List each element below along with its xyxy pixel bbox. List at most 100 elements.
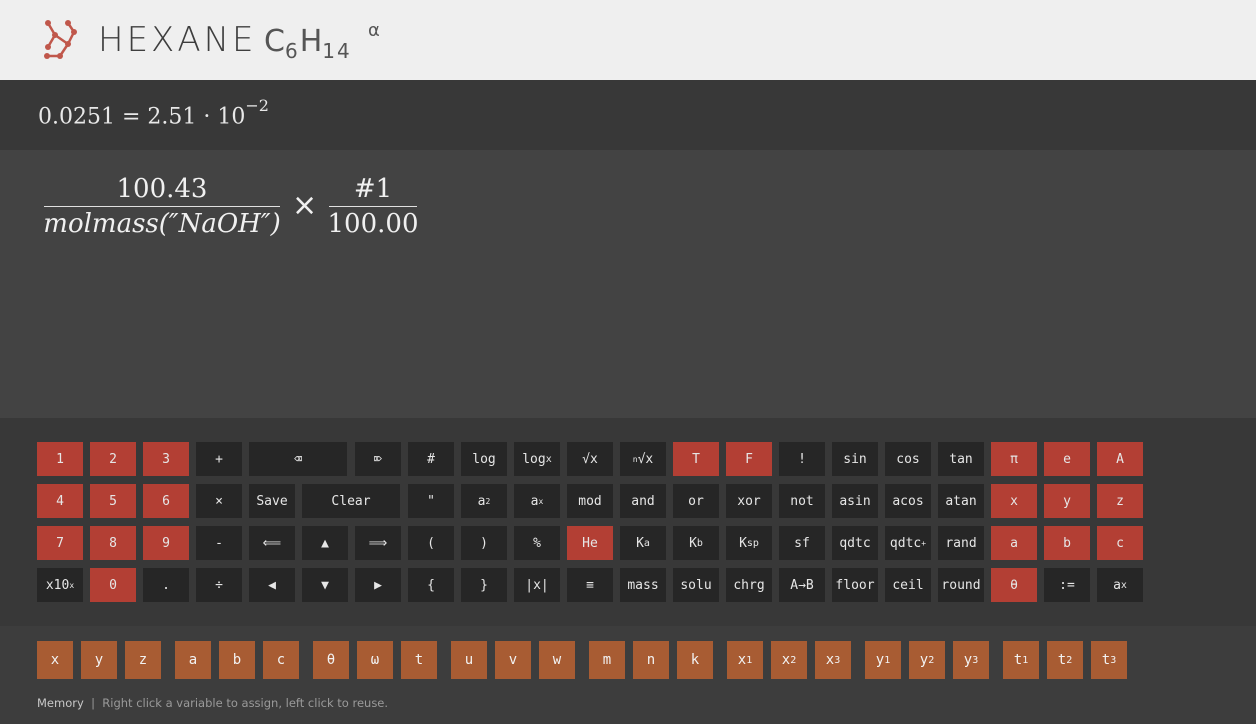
fraction-1[interactable]: 100.43 molmass(″NaOH″) xyxy=(43,174,280,239)
key-lparen[interactable]: ( xyxy=(408,526,454,560)
key-A[interactable]: A xyxy=(1097,442,1143,476)
key-b[interactable]: b xyxy=(1044,526,1090,560)
key-abs[interactable]: |x| xyxy=(514,568,560,602)
key-times-ten-power[interactable]: x10 x xyxy=(37,568,83,602)
key-assign[interactable]: := xyxy=(1044,568,1090,602)
key-4[interactable]: 4 xyxy=(37,484,83,518)
cursor-right-key[interactable]: ▶ xyxy=(355,568,401,602)
key-round[interactable]: round xyxy=(938,568,984,602)
cursor-left-key[interactable]: ◀ xyxy=(249,568,295,602)
key-mod[interactable]: mod xyxy=(567,484,613,518)
fraction-2[interactable]: #1 100.00 xyxy=(328,174,419,239)
key-percent[interactable]: % xyxy=(514,526,560,560)
cursor-home-key[interactable]: ⟸ xyxy=(249,526,295,560)
key-z[interactable]: z xyxy=(1097,484,1143,518)
key-sf[interactable]: sf xyxy=(779,526,825,560)
fraction-2-numerator[interactable]: #1 xyxy=(329,174,417,207)
key-sqrt[interactable]: √x xyxy=(567,442,613,476)
key-atan[interactable]: atan xyxy=(938,484,984,518)
key-quote[interactable]: " xyxy=(408,484,454,518)
key-8[interactable]: 8 xyxy=(90,526,136,560)
key-rbrace[interactable]: } xyxy=(461,568,507,602)
clear-button[interactable]: Clear xyxy=(302,484,400,518)
cursor-up-key[interactable]: ▲ xyxy=(302,526,348,560)
key-factorial[interactable]: ! xyxy=(779,442,825,476)
key-2[interactable]: 2 xyxy=(90,442,136,476)
key-or[interactable]: or xyxy=(673,484,719,518)
memory-var-10[interactable]: v xyxy=(495,641,531,679)
memory-var-2[interactable]: z xyxy=(125,641,161,679)
key-qdtc-plus[interactable]: qdtc + xyxy=(885,526,931,560)
key-subscript[interactable]: ax xyxy=(1097,568,1143,602)
memory-var-5[interactable]: c xyxy=(263,641,299,679)
fraction-1-numerator[interactable]: 100.43 xyxy=(44,174,280,207)
key-hash[interactable]: # xyxy=(408,442,454,476)
memory-var-18[interactable]: y1 xyxy=(865,641,901,679)
key-nth-root[interactable]: n √x xyxy=(620,442,666,476)
key-lbrace[interactable]: { xyxy=(408,568,454,602)
memory-var-7[interactable]: ω xyxy=(357,641,393,679)
key-pi[interactable]: π xyxy=(991,442,1037,476)
key-ka[interactable]: Ka xyxy=(620,526,666,560)
memory-var-12[interactable]: m xyxy=(589,641,625,679)
key-6[interactable]: 6 xyxy=(143,484,189,518)
memory-var-3[interactable]: a xyxy=(175,641,211,679)
save-button[interactable]: Save xyxy=(249,484,295,518)
key-c[interactable]: c xyxy=(1097,526,1143,560)
memory-var-17[interactable]: x3 xyxy=(815,641,851,679)
cursor-end-key[interactable]: ⟹ xyxy=(355,526,401,560)
memory-var-16[interactable]: x2 xyxy=(771,641,807,679)
memory-var-6[interactable]: θ xyxy=(313,641,349,679)
key-log[interactable]: log xyxy=(461,442,507,476)
key-tan[interactable]: tan xyxy=(938,442,984,476)
key-convert[interactable]: A→B xyxy=(779,568,825,602)
key-chrg[interactable]: chrg xyxy=(726,568,772,602)
key-theta[interactable]: θ xyxy=(991,568,1037,602)
backspace-key[interactable]: ⌫ xyxy=(249,442,347,476)
fraction-1-denominator[interactable]: molmass(″NaOH″) xyxy=(43,207,280,239)
memory-var-22[interactable]: t2 xyxy=(1047,641,1083,679)
key-logx[interactable]: log x xyxy=(514,442,560,476)
key-acos[interactable]: acos xyxy=(885,484,931,518)
memory-var-1[interactable]: y xyxy=(81,641,117,679)
memory-var-8[interactable]: t xyxy=(401,641,437,679)
key-ceil[interactable]: ceil xyxy=(885,568,931,602)
key-x[interactable]: x xyxy=(991,484,1037,518)
key-a[interactable]: a xyxy=(991,526,1037,560)
key-asin[interactable]: asin xyxy=(832,484,878,518)
key-multiply[interactable]: × xyxy=(196,484,242,518)
key-1[interactable]: 1 xyxy=(37,442,83,476)
memory-var-0[interactable]: x xyxy=(37,641,73,679)
memory-var-11[interactable]: w xyxy=(539,641,575,679)
key-helium[interactable]: He xyxy=(567,526,613,560)
key-plus[interactable]: + xyxy=(196,442,242,476)
key-true[interactable]: T xyxy=(673,442,719,476)
key-9[interactable]: 9 xyxy=(143,526,189,560)
key-cos[interactable]: cos xyxy=(885,442,931,476)
memory-var-23[interactable]: t3 xyxy=(1091,641,1127,679)
key-ksp[interactable]: Ksp xyxy=(726,526,772,560)
key-power[interactable]: ax xyxy=(514,484,560,518)
key-e[interactable]: e xyxy=(1044,442,1090,476)
key-floor[interactable]: floor xyxy=(832,568,878,602)
key-and[interactable]: and xyxy=(620,484,666,518)
key-xor[interactable]: xor xyxy=(726,484,772,518)
key-rand[interactable]: rand xyxy=(938,526,984,560)
key-mass[interactable]: mass xyxy=(620,568,666,602)
memory-var-4[interactable]: b xyxy=(219,641,255,679)
key-7[interactable]: 7 xyxy=(37,526,83,560)
menu-icon[interactable]: ≡ xyxy=(567,568,613,602)
key-kb[interactable]: Kb xyxy=(673,526,719,560)
delete-key[interactable]: ⌦ xyxy=(355,442,401,476)
memory-var-15[interactable]: x1 xyxy=(727,641,763,679)
key-qdtc[interactable]: qdtc xyxy=(832,526,878,560)
fraction-2-denominator[interactable]: 100.00 xyxy=(328,207,419,239)
key-3[interactable]: 3 xyxy=(143,442,189,476)
key-square[interactable]: a2 xyxy=(461,484,507,518)
expression-editor[interactable]: 100.43 molmass(″NaOH″) × #1 100.00 xyxy=(0,150,1256,418)
memory-var-20[interactable]: y3 xyxy=(953,641,989,679)
memory-var-14[interactable]: k xyxy=(677,641,713,679)
key-rparen[interactable]: ) xyxy=(461,526,507,560)
key-sin[interactable]: sin xyxy=(832,442,878,476)
memory-var-9[interactable]: u xyxy=(451,641,487,679)
